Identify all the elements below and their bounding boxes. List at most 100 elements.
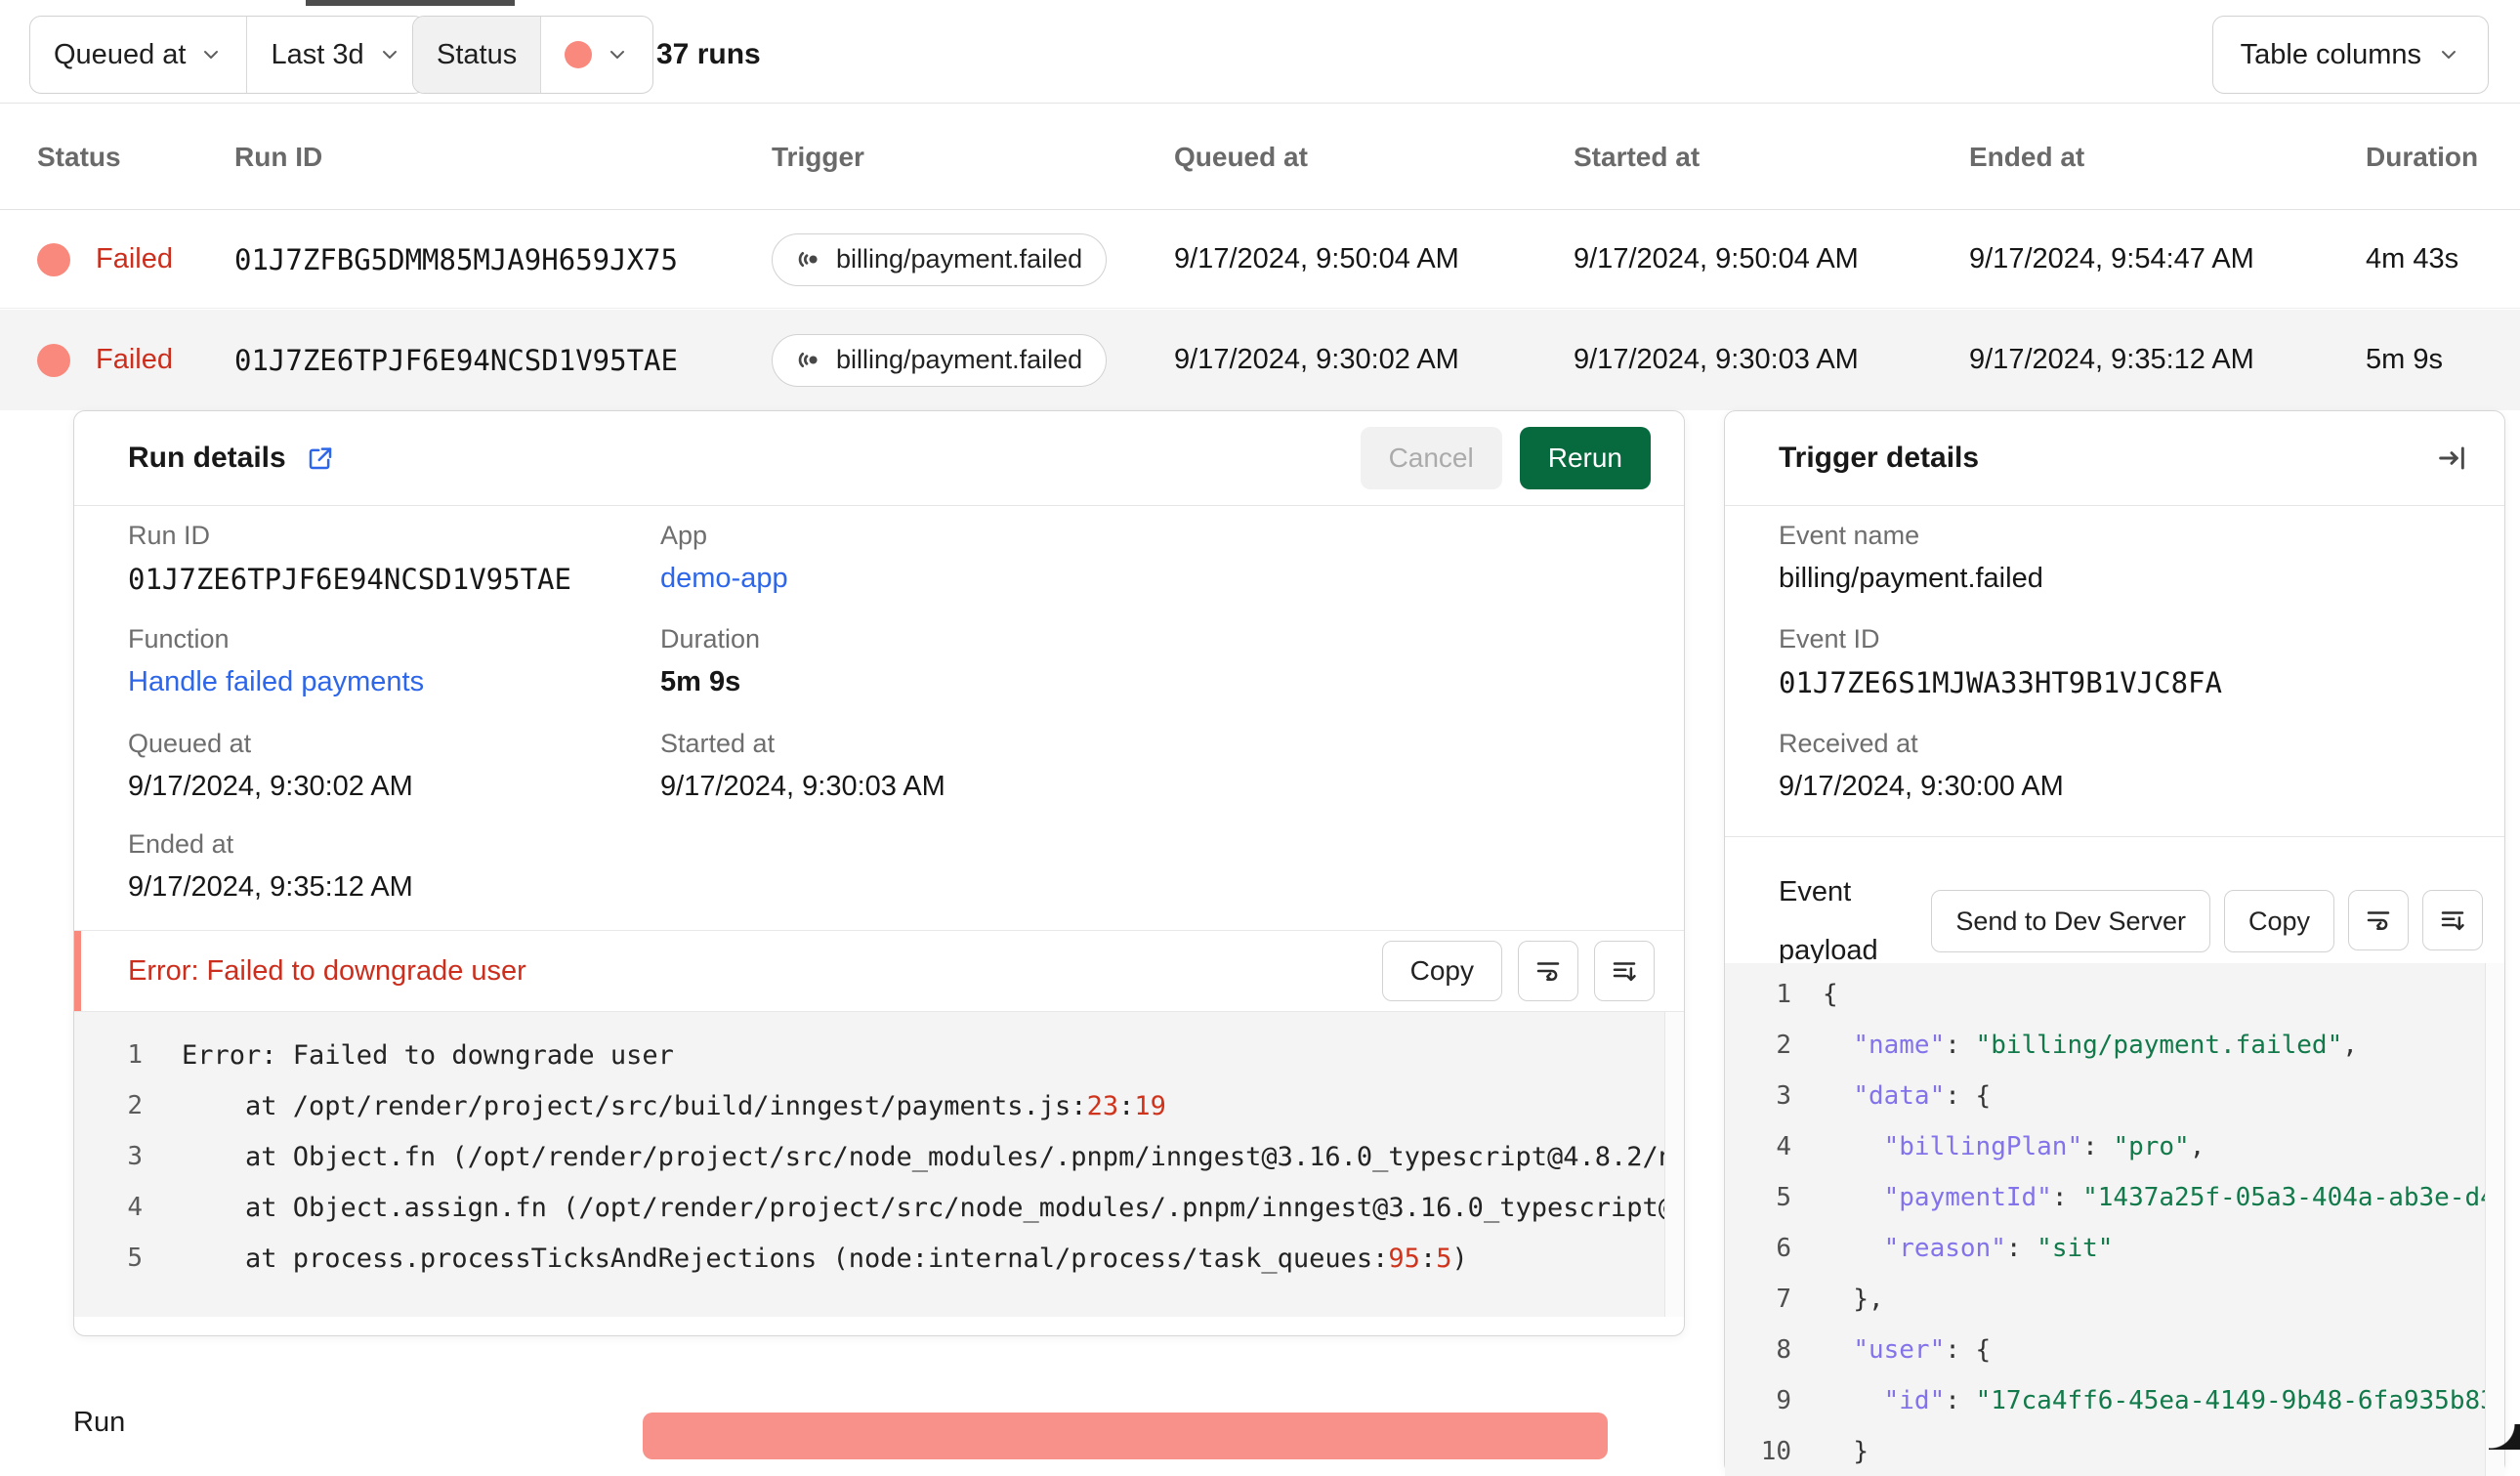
run-timeline-bar[interactable] — [643, 1413, 1608, 1459]
started-value: 9/17/2024, 9:30:03 AM — [660, 771, 945, 803]
run-id-field: Run ID 01J7ZE6TPJF6E94NCSD1V95TAE — [128, 521, 571, 596]
event-waves-icon — [796, 246, 822, 273]
queued-at-filter-button[interactable]: Queued at — [30, 17, 246, 93]
stack-scrollbar[interactable] — [1664, 1012, 1684, 1317]
chevron-down-icon — [378, 43, 401, 66]
queued-field: Queued at 9/17/2024, 9:30:02 AM — [128, 729, 413, 803]
run-id: 01J7ZFBG5DMM85MJA9H659JX75 — [234, 211, 678, 308]
trigger-details-header: Trigger details — [1725, 411, 2504, 506]
json-line: 1{ — [1725, 969, 2504, 1020]
run-id-label: Run ID — [128, 521, 571, 551]
table-row-selected[interactable]: Failed 01J7ZE6TPJF6E94NCSD1V95TAE billin… — [0, 310, 2520, 410]
app-link[interactable]: demo-app — [660, 563, 788, 595]
column-header-status: Status — [37, 105, 121, 210]
run-details-header: Run details Cancel Rerun — [74, 411, 1684, 506]
stack-line: 4 at Object.assign.fn (/opt/render/proje… — [74, 1182, 1684, 1233]
event-id-label: Event ID — [1779, 624, 2222, 654]
cancel-button[interactable]: Cancel — [1361, 427, 1502, 489]
function-field: Function Handle failed payments — [128, 624, 424, 698]
external-link-icon[interactable] — [306, 443, 335, 473]
json-line: 7 }, — [1725, 1274, 2504, 1325]
copy-error-button[interactable]: Copy — [1382, 941, 1502, 1001]
event-name-value: billing/payment.failed — [1779, 563, 2043, 595]
ended-label: Ended at — [128, 829, 413, 860]
expand-lines-icon-button[interactable] — [2422, 890, 2483, 950]
time-range-filter-button[interactable]: Last 3d — [246, 17, 424, 93]
trigger-pill[interactable]: billing/payment.failed — [772, 334, 1107, 387]
chevron-down-icon — [199, 43, 223, 66]
event-payload-label: Event payload — [1779, 863, 1945, 980]
wrap-text-icon-button[interactable] — [1518, 941, 1578, 1001]
status-filter-value-button[interactable] — [540, 17, 652, 93]
line-number: 3 — [102, 1142, 143, 1171]
payload-actions: Send to Dev Server Copy — [1931, 890, 2483, 952]
stack-line: 2 at /opt/render/project/src/build/innge… — [74, 1080, 1684, 1131]
started-at-value: 9/17/2024, 9:30:03 AM — [1574, 310, 1859, 410]
column-header-run-id: Run ID — [234, 105, 322, 210]
table-columns-label: Table columns — [2241, 39, 2421, 71]
rerun-button[interactable]: Rerun — [1520, 427, 1651, 489]
received-field: Received at 9/17/2024, 9:30:00 AM — [1779, 729, 2064, 803]
window-corner — [2489, 1424, 2520, 1450]
copy-payload-button[interactable]: Copy — [2224, 890, 2334, 952]
event-id-field: Event ID 01J7ZE6S1MJWA33HT9B1VJC8FA — [1779, 624, 2222, 699]
app-label: App — [660, 521, 788, 551]
queued-at-value: 9/17/2024, 9:30:02 AM — [1174, 310, 1459, 410]
received-label: Received at — [1779, 729, 2064, 759]
error-stack-trace: 1 Error: Failed to downgrade user 2 at /… — [74, 1012, 1684, 1317]
trigger-cell: billing/payment.failed — [772, 211, 1107, 308]
status-label: Failed — [96, 243, 173, 275]
duration-field: Duration 5m 9s — [660, 624, 760, 698]
time-field-filter-group: Queued at Last 3d — [29, 16, 426, 94]
wrap-text-icon — [2364, 906, 2393, 935]
line-number: 4 — [102, 1193, 143, 1222]
started-at-value: 9/17/2024, 9:50:04 AM — [1574, 211, 1859, 308]
failed-status-dot-icon — [565, 41, 592, 68]
json-line: 3 "data": { — [1725, 1071, 2504, 1121]
function-link[interactable]: Handle failed payments — [128, 666, 424, 698]
duration-value: 5m 9s — [660, 666, 760, 698]
status-filter-group: Status — [412, 16, 653, 94]
collapse-right-icon[interactable] — [2436, 443, 2467, 474]
column-header-started: Started at — [1574, 105, 1700, 210]
stack-line: 1 Error: Failed to downgrade user — [74, 1030, 1684, 1080]
event-id-value: 01J7ZE6S1MJWA33HT9B1VJC8FA — [1779, 666, 2222, 699]
stack-line: 5 at process.processTicksAndRejections (… — [74, 1233, 1684, 1284]
json-line: 10 } — [1725, 1426, 2504, 1476]
queued-at-value: 9/17/2024, 9:50:04 AM — [1174, 211, 1459, 308]
json-line: 6 "reason": "sit" — [1725, 1223, 2504, 1274]
trigger-details-title: Trigger details — [1779, 442, 1979, 475]
trigger-event-name: billing/payment.failed — [836, 345, 1082, 375]
status-filter-label-segment: Status — [413, 17, 540, 93]
run-details-title: Run details — [128, 442, 286, 475]
function-label: Function — [128, 624, 424, 654]
wrap-text-icon-button[interactable] — [2348, 890, 2409, 950]
table-columns-button[interactable]: Table columns — [2212, 16, 2489, 94]
expand-lines-icon-button[interactable] — [1594, 941, 1655, 1001]
line-number: 1 — [102, 1040, 143, 1070]
chevron-down-icon — [2437, 43, 2460, 66]
duration-label: Duration — [660, 624, 760, 654]
json-line: 8 "user": { — [1725, 1325, 2504, 1375]
column-header-queued: Queued at — [1174, 105, 1308, 210]
error-title: Error: Failed to downgrade user — [128, 955, 526, 988]
top-dark-bar — [306, 0, 515, 6]
runs-count: 37 runs — [656, 16, 761, 94]
app-field: App demo-app — [660, 521, 788, 595]
payload-scrollbar[interactable] — [2485, 963, 2504, 1476]
line-number: 2 — [102, 1091, 143, 1120]
duration-value: 4m 43s — [2366, 211, 2458, 308]
stack-line: 3 at Object.fn (/opt/render/project/src/… — [74, 1131, 1684, 1182]
event-waves-icon — [796, 347, 822, 373]
trigger-cell: billing/payment.failed — [772, 310, 1107, 410]
trigger-pill[interactable]: billing/payment.failed — [772, 233, 1107, 286]
duration-value: 5m 9s — [2366, 310, 2443, 410]
failed-status-dot-icon — [37, 344, 70, 377]
queued-label: Queued at — [128, 729, 413, 759]
trigger-event-name: billing/payment.failed — [836, 244, 1082, 274]
run-status: Failed — [37, 211, 173, 308]
table-row[interactable]: Failed 01J7ZFBG5DMM85MJA9H659JX75 billin… — [0, 211, 2520, 309]
send-to-dev-server-button[interactable]: Send to Dev Server — [1931, 890, 2210, 952]
chevron-down-icon — [606, 43, 629, 66]
received-value: 9/17/2024, 9:30:00 AM — [1779, 771, 2064, 803]
